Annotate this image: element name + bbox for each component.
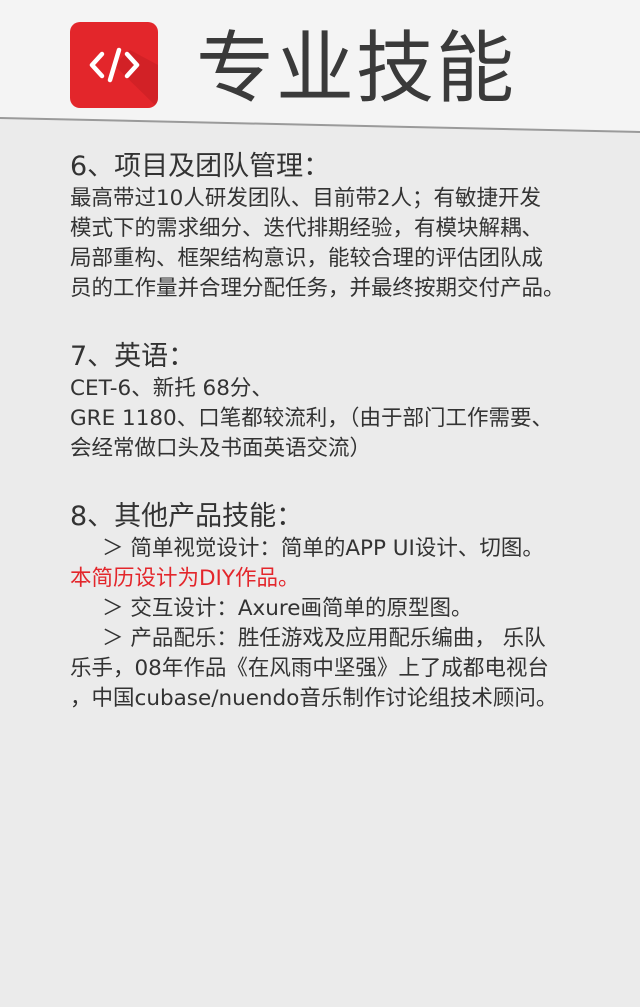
section-text-line: 最高带过10人研发团队、目前带2人；有敏捷开发 <box>70 186 542 211</box>
skills-content: 6、项目及团队管理： 最高带过10人研发团队、目前带2人；有敏捷开发 模式下的需… <box>70 150 636 750</box>
code-tag-icon <box>89 47 140 83</box>
section-text-line: 模式下的需求细分、迭代排期经验，有模块解耦、 <box>70 216 544 241</box>
section-project-management: 6、项目及团队管理： 最高带过10人研发团队、目前带2人；有敏捷开发 模式下的需… <box>70 150 636 304</box>
page-title: 专业技能 <box>196 24 517 114</box>
section-text-line: GRE 1180、口笔都较流利，（由于部门工作需要、 <box>70 406 553 431</box>
skill-music: ＞ 产品配乐：胜任游戏及应用配乐编曲， 乐队 <box>102 626 546 651</box>
section-text-line: 员的工作量并合理分配任务，并最终按期交付产品。 <box>70 276 565 301</box>
section-title: 7、英语： <box>70 341 196 372</box>
section-title: 8、其他产品技能： <box>70 501 304 532</box>
section-text-line: CET-6、新托 68分、 <box>70 376 273 401</box>
logo <box>70 22 158 108</box>
section-text-line: ，中国cubase/nuendo音乐制作讨论组技术顾问。 <box>70 686 558 711</box>
skill-interaction-design: ＞ 交互设计：Axure画简单的原型图。 <box>102 596 473 621</box>
section-english: 7、英语： CET-6、新托 68分、 GRE 1180、口笔都较流利，（由于部… <box>70 340 636 464</box>
section-other-skills: 8、其他产品技能： ＞ 简单视觉设计：简单的APP UI设计、切图。 本简历设计… <box>70 500 636 714</box>
section-text-line: 局部重构、框架结构意识，能较合理的评估团队成 <box>70 246 544 271</box>
section-text-line: 乐手，08年作品《在风雨中坚强》上了成都电视台 <box>70 656 549 681</box>
diy-note: 本简历设计为DIY作品。 <box>70 566 300 591</box>
header: 专业技能 <box>0 0 640 140</box>
section-title: 6、项目及团队管理： <box>70 151 331 182</box>
section-text-line: 会经常做口头及书面英语交流） <box>70 436 372 461</box>
skill-visual-design: ＞ 简单视觉设计：简单的APP UI设计、切图。 <box>102 536 544 561</box>
